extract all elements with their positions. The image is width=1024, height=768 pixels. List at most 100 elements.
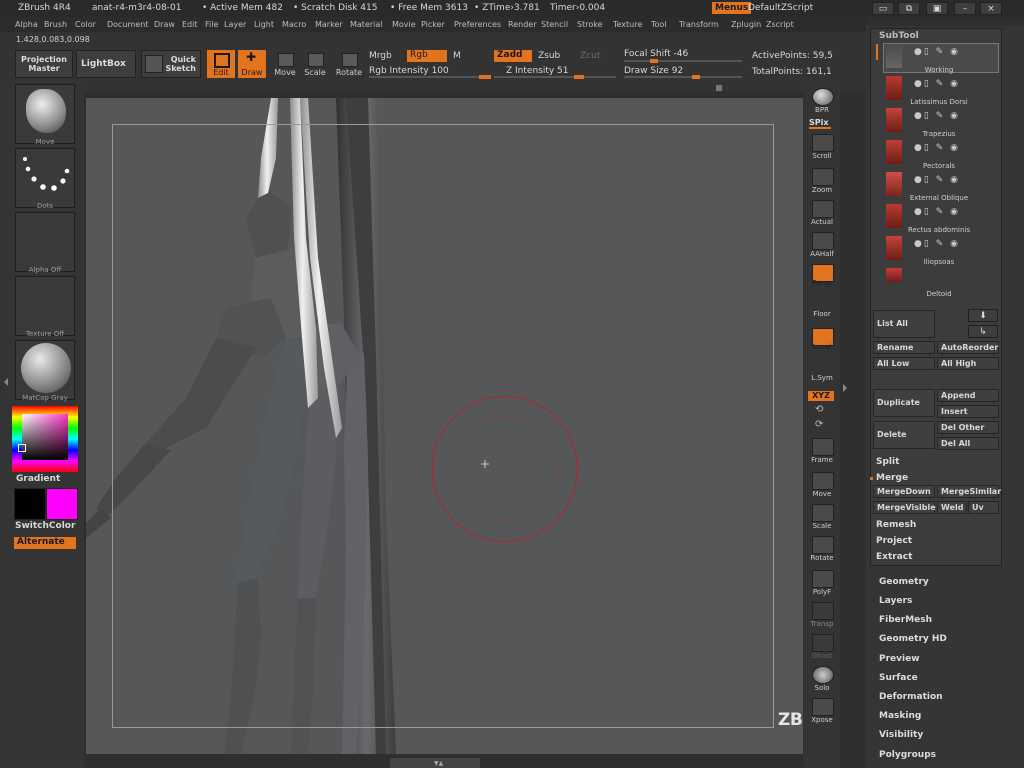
menu-file[interactable]: File (205, 20, 218, 29)
layout-icon[interactable]: ⧉ (898, 2, 920, 15)
edit-button[interactable]: Edit (207, 50, 235, 78)
default-zscript[interactable]: DefaultZScript (748, 3, 813, 13)
del-other-button[interactable]: Del Other (937, 421, 999, 434)
menu-picker[interactable]: Picker (421, 20, 445, 29)
z-intensity-slider[interactable] (494, 75, 616, 79)
list-all-button[interactable]: List All (873, 310, 935, 338)
subtool-item-latissimus[interactable]: ●▯ ✎ ◉ Latissimus Dorsi (880, 76, 998, 108)
rotate-axis-2-icon[interactable]: ⟳ (815, 419, 823, 430)
menu-stencil[interactable]: Stencil (541, 20, 568, 29)
menu-material[interactable]: Material (350, 20, 383, 29)
spix-slider[interactable] (809, 127, 831, 129)
menu-tool[interactable]: Tool (651, 20, 667, 29)
subtool-item-deltoid[interactable]: Deltoid (880, 268, 998, 298)
menu-macro[interactable]: Macro (282, 20, 306, 29)
window-icon[interactable]: ▭ (872, 2, 894, 15)
zoom-button[interactable]: Zoom (807, 166, 837, 196)
subtool-header[interactable]: SubTool (879, 31, 919, 41)
zadd-toggle[interactable]: Zadd (494, 50, 532, 62)
minimize-icon[interactable]: – (954, 2, 976, 15)
menu-color[interactable]: Color (75, 20, 96, 29)
menu-preferences[interactable]: Preferences (454, 20, 501, 29)
scale-view-button[interactable]: Scale (807, 502, 837, 532)
scroll-button[interactable]: Scroll (807, 132, 837, 162)
move-down-right-icon[interactable]: ↳ (968, 325, 998, 338)
surface-section[interactable]: Surface (879, 673, 918, 683)
floor-button[interactable]: Floor (807, 296, 837, 326)
remesh-section[interactable]: Remesh (876, 520, 916, 530)
close-icon[interactable]: × (980, 2, 1002, 15)
subtool-toggles[interactable]: ●▯ ✎ ◉ (914, 47, 960, 57)
menu-transform[interactable]: Transform (679, 20, 719, 29)
rotate-view-button[interactable]: Rotate (807, 534, 837, 564)
menu-document[interactable]: Document (107, 20, 148, 29)
subtool-item-pectorals[interactable]: ●▯ ✎ ◉ Pectorals (880, 140, 998, 172)
rename-button[interactable]: Rename (873, 341, 935, 354)
polygroups-section[interactable]: Polygroups (879, 750, 936, 760)
menu-zplugin[interactable]: Zplugin (731, 20, 761, 29)
secondary-color-swatch[interactable] (46, 488, 78, 520)
menu-render[interactable]: Render (508, 20, 536, 29)
subtool-scrollbar[interactable] (876, 44, 878, 60)
menu-light[interactable]: Light (254, 20, 274, 29)
bpr-button[interactable]: BPR (807, 86, 837, 116)
transp-button[interactable]: Transp (807, 600, 837, 630)
rgb-toggle[interactable]: Rgb (407, 50, 447, 62)
extract-section[interactable]: Extract (876, 552, 912, 562)
switch-color-button[interactable]: SwitchColor (15, 521, 75, 531)
geometry-section[interactable]: Geometry (879, 577, 929, 587)
menu-alpha[interactable]: Alpha (15, 20, 38, 29)
lightbox-button[interactable]: LightBox (76, 50, 136, 78)
polyf-button[interactable]: PolyF (807, 568, 837, 598)
local-button[interactable]: Local (807, 326, 837, 356)
all-low-button[interactable]: All Low (873, 357, 935, 370)
merge-section[interactable]: Merge (876, 473, 908, 483)
menu-movie[interactable]: Movie (392, 20, 416, 29)
collapse-left-icon[interactable] (4, 378, 8, 386)
alpha-thumbnail[interactable] (15, 212, 75, 272)
xpose-button[interactable]: Xpose (807, 696, 837, 726)
texture-thumbnail[interactable] (15, 276, 75, 336)
weld-button[interactable]: Weld (937, 501, 967, 514)
merge-similar-button[interactable]: MergeSimilar (937, 485, 1001, 498)
visibility-section[interactable]: Visibility (879, 730, 923, 740)
spix-control[interactable]: SPix (809, 118, 829, 127)
del-all-button[interactable]: Del All (937, 437, 999, 450)
menu-stroke[interactable]: Stroke (577, 20, 603, 29)
menu-edit[interactable]: Edit (182, 20, 198, 29)
menu-zscript[interactable]: Zscript (766, 20, 794, 29)
masking-section[interactable]: Masking (879, 711, 921, 721)
primary-color-swatch[interactable] (14, 488, 46, 520)
scale-button[interactable]: Scale (302, 50, 328, 78)
brush-thumbnail[interactable] (15, 84, 75, 144)
collapse-right-icon[interactable] (843, 384, 847, 392)
subtool-toggles[interactable]: ●▯ ✎ ◉ (914, 207, 960, 217)
zsub-toggle[interactable]: Zsub (538, 51, 560, 61)
subtool-item-iliopsoas[interactable]: ●▯ ✎ ◉ Iliopsoas (880, 236, 998, 268)
persp-button[interactable]: Persp (807, 262, 837, 292)
rgb-intensity-slider[interactable] (369, 75, 491, 79)
xyz-toggle[interactable]: XYZ (808, 391, 834, 401)
menu-marker[interactable]: Marker (315, 20, 343, 29)
subtool-toggles[interactable]: ●▯ ✎ ◉ (914, 79, 960, 89)
stroke-thumbnail[interactable] (15, 148, 75, 208)
append-button[interactable]: Append (937, 389, 999, 402)
auto-reorder-button[interactable]: AutoReorder (937, 341, 999, 354)
actual-button[interactable]: Actual (807, 198, 837, 228)
deformation-section[interactable]: Deformation (879, 692, 943, 702)
split-section[interactable]: Split (876, 457, 899, 467)
all-high-button[interactable]: All High (937, 357, 999, 370)
subtool-toggles[interactable]: ●▯ ✎ ◉ (914, 111, 960, 121)
frame-button[interactable]: Frame (807, 436, 837, 466)
duplicate-button[interactable]: Duplicate (873, 389, 935, 417)
subtool-item-external-oblique[interactable]: ●▯ ✎ ◉ External Oblique (880, 172, 998, 204)
uv-button[interactable]: Uv (968, 501, 999, 514)
color-square[interactable] (22, 414, 68, 460)
merge-visible-button[interactable]: MergeVisible (873, 501, 936, 514)
layers-section[interactable]: Layers (879, 596, 912, 606)
subtool-item-rectus-abdominis[interactable]: ●▯ ✎ ◉ Rectus abdominis (880, 204, 998, 236)
subtool-item-trapezius[interactable]: ●▯ ✎ ◉ Trapezius (880, 108, 998, 140)
move-view-button[interactable]: Move (807, 470, 837, 500)
ghost-button[interactable]: Ghost (807, 632, 837, 662)
material-thumbnail[interactable] (15, 340, 75, 400)
